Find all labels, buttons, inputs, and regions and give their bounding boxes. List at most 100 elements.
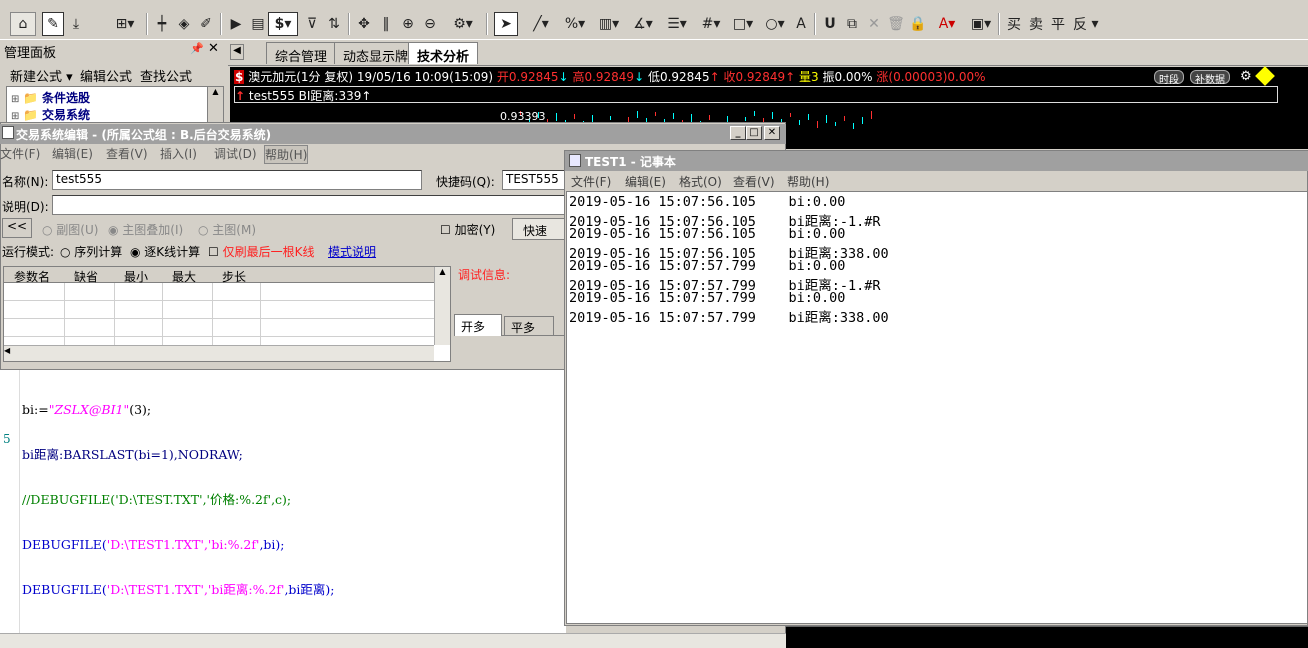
time-period-button[interactable]: 时段: [1154, 70, 1184, 86]
draw-icon[interactable]: ✎: [42, 12, 64, 36]
radio-sequence[interactable]: ○ 序列计算: [60, 243, 122, 260]
rect-icon[interactable]: □▾: [728, 12, 758, 36]
kline-icon[interactable]: ┿: [152, 12, 172, 36]
save-icon[interactable]: ▣▾: [966, 12, 996, 36]
menu-debug[interactable]: 调试(D): [214, 145, 257, 162]
text-color-icon[interactable]: A▾: [932, 12, 962, 36]
maximize-icon[interactable]: □: [746, 126, 762, 140]
close-icon[interactable]: ✕: [864, 12, 884, 36]
radio-main-chart[interactable]: ○ 主图(M): [198, 221, 256, 238]
home-icon[interactable]: ⌂: [10, 12, 36, 36]
menu-file[interactable]: 文件(F): [571, 173, 611, 190]
encrypt-checkbox[interactable]: ☐ 加密(Y): [440, 221, 495, 238]
menu-format[interactable]: 格式(O): [679, 173, 722, 190]
filter-icon[interactable]: ⊽: [302, 12, 322, 36]
bars-icon[interactable]: ‖: [376, 12, 396, 36]
radio-main-overlay[interactable]: ◉ 主图叠加(I): [108, 221, 183, 238]
percent-icon[interactable]: %▾: [560, 12, 590, 36]
notepad-text-area[interactable]: 2019-05-16 15:07:56.105 bi:0.00 2019-05-1…: [566, 191, 1308, 624]
param-table-body[interactable]: [4, 283, 434, 347]
mode-help-link[interactable]: 模式说明: [328, 243, 376, 260]
pin-icon[interactable]: 📌: [190, 42, 204, 55]
zoom-in-icon[interactable]: ⊕: [398, 12, 418, 36]
quick-button[interactable]: 快速: [512, 218, 568, 240]
trash-icon[interactable]: 🗑: [886, 12, 906, 36]
panel-title: 管理面板: [4, 46, 57, 61]
menu-edit[interactable]: 编辑(E): [52, 145, 93, 162]
buy-button[interactable]: 买: [1004, 12, 1024, 36]
menu-file[interactable]: 文件(F): [0, 145, 40, 162]
tab-open-long[interactable]: 开多: [454, 314, 502, 336]
tree-item-trading[interactable]: ⊞ 📁 交易系统: [11, 106, 90, 123]
tab-dynamic-board[interactable]: 动态显示牌: [334, 42, 418, 65]
copy-icon[interactable]: ⧉: [842, 12, 862, 36]
tab-technical-analysis[interactable]: 技术分析: [408, 42, 479, 65]
zoom-out-icon[interactable]: ⊖: [420, 12, 440, 36]
doc-icon[interactable]: ▤: [248, 12, 268, 36]
download-icon[interactable]: ⤓: [66, 12, 86, 36]
code-editor[interactable]: 5 bi:="ZSLX@BI1"(3); bi距离:BARSLAST(bi=1)…: [0, 369, 566, 634]
magnet-icon[interactable]: U: [820, 12, 840, 36]
code-hscrollbar[interactable]: [0, 633, 786, 648]
radio-sub-chart[interactable]: ○ 副图(U): [42, 221, 98, 238]
cursor-icon[interactable]: ➤: [494, 12, 518, 36]
edit-formula-button[interactable]: 编辑公式: [80, 66, 132, 85]
up-arrow-icon: ↑: [235, 89, 246, 103]
menu-view[interactable]: 查看(V): [733, 173, 775, 190]
font-icon[interactable]: A: [792, 12, 810, 36]
close-icon[interactable]: ✕: [208, 41, 219, 56]
menu-edit[interactable]: 编辑(E): [625, 173, 666, 190]
description-field[interactable]: [52, 195, 566, 215]
shortcut-field[interactable]: TEST555: [502, 170, 566, 190]
settings-icon[interactable]: ⚙: [1240, 69, 1252, 84]
radio-label: 主图叠加(I): [122, 223, 184, 237]
candle-mark: [790, 113, 791, 117]
close-icon[interactable]: ✕: [764, 126, 780, 140]
more-icon[interactable]: ▾: [1090, 12, 1100, 36]
menu-insert[interactable]: 插入(I): [160, 145, 197, 162]
dollar-icon[interactable]: $▾: [268, 12, 298, 36]
swap-icon[interactable]: ⇅: [324, 12, 344, 36]
radio-bar-by-bar[interactable]: ◉ 逐K线计算: [130, 243, 200, 260]
line-icon[interactable]: ╱▾: [526, 12, 556, 36]
reverse-button[interactable]: 反: [1070, 12, 1090, 36]
new-formula-button[interactable]: 新建公式 ▾: [10, 66, 73, 85]
hash-icon[interactable]: #▾: [696, 12, 726, 36]
gear-icon[interactable]: ⚙▾: [448, 12, 478, 36]
menu-help[interactable]: 帮助(H): [264, 145, 309, 164]
fill-data-button[interactable]: 补数据: [1190, 70, 1230, 86]
expand-icon[interactable]: ⊞: [11, 111, 19, 122]
param-vscrollbar[interactable]: ▲: [434, 267, 450, 345]
play-icon[interactable]: ▶: [226, 12, 246, 36]
collapse-button[interactable]: <<: [2, 218, 32, 238]
tab-overview[interactable]: 综合管理: [266, 42, 337, 65]
param-table[interactable]: 参数名 缺省 最小 最大 步长 ▲ ◀: [3, 266, 451, 362]
lock-icon[interactable]: 🔒: [908, 12, 928, 36]
tree-scrollbar[interactable]: ▲: [207, 87, 223, 125]
angle-icon[interactable]: ∡▾: [628, 12, 658, 36]
formula-tree[interactable]: ⊞ 📁 条件选股 ⊞ 📁 交易系统 ▲: [6, 86, 224, 126]
hbars-icon[interactable]: ☰▾: [662, 12, 692, 36]
candle-mark: [862, 117, 863, 124]
flat-button[interactable]: 平: [1048, 12, 1068, 36]
tab-close-long[interactable]: 平多: [504, 316, 554, 336]
sell-button[interactable]: 卖: [1026, 12, 1046, 36]
name-field[interactable]: test555: [52, 170, 422, 190]
diamond-icon[interactable]: ◈: [174, 12, 194, 36]
ruler-icon[interactable]: ▥▾: [594, 12, 624, 36]
grid-icon[interactable]: ⊞▾: [110, 12, 140, 36]
move-icon[interactable]: ✥: [354, 12, 374, 36]
chart-info-bar: $ 澳元加元(1分 复权) 19/05/16 10:09(15:09) 开0.9…: [234, 68, 1308, 86]
find-formula-button[interactable]: 查找公式: [140, 66, 192, 85]
tab-scroll-left-icon[interactable]: ◀: [230, 44, 244, 60]
expand-icon[interactable]: ⊞: [11, 94, 19, 105]
menu-help[interactable]: 帮助(H): [787, 173, 829, 190]
param-hscrollbar[interactable]: ◀: [4, 345, 434, 361]
menu-view[interactable]: 查看(V): [106, 145, 148, 162]
tree-item-condition[interactable]: ⊞ 📁 条件选股: [11, 89, 90, 106]
edit-icon[interactable]: ✐: [196, 12, 216, 36]
last-bar-checkbox[interactable]: ☐ 仅刷最后一根K线: [208, 243, 314, 260]
circle-icon[interactable]: ○▾: [760, 12, 790, 36]
minimize-icon[interactable]: _: [730, 126, 746, 140]
log-timestamp: 2019-05-16 15:07:57.799: [569, 290, 756, 306]
